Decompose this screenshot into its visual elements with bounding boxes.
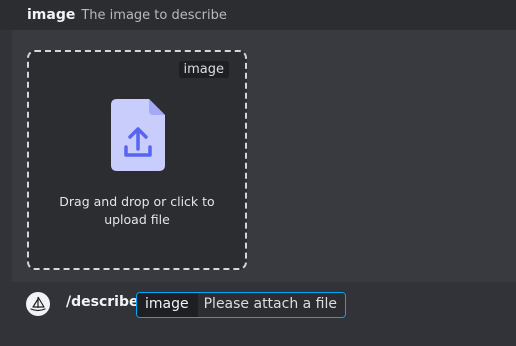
option-description: The image to describe xyxy=(81,7,227,23)
command-name: /describe xyxy=(66,294,139,310)
bottom-strip xyxy=(0,326,516,346)
option-name: image xyxy=(27,7,76,23)
dropzone-instruction: Drag and drop or click to upload file xyxy=(59,194,215,227)
sailboat-icon xyxy=(30,296,46,312)
dropzone-tag: image xyxy=(178,61,229,78)
command-option-chip[interactable]: image Please attach a file xyxy=(136,292,346,318)
option-value: Please attach a file xyxy=(197,293,345,317)
file-upload-icon xyxy=(111,99,165,171)
bot-avatar xyxy=(26,292,50,316)
option-header: image The image to describe xyxy=(0,0,516,30)
option-key: image xyxy=(137,293,198,317)
file-dropzone[interactable]: image Drag and drop or click to upload f… xyxy=(27,50,247,270)
